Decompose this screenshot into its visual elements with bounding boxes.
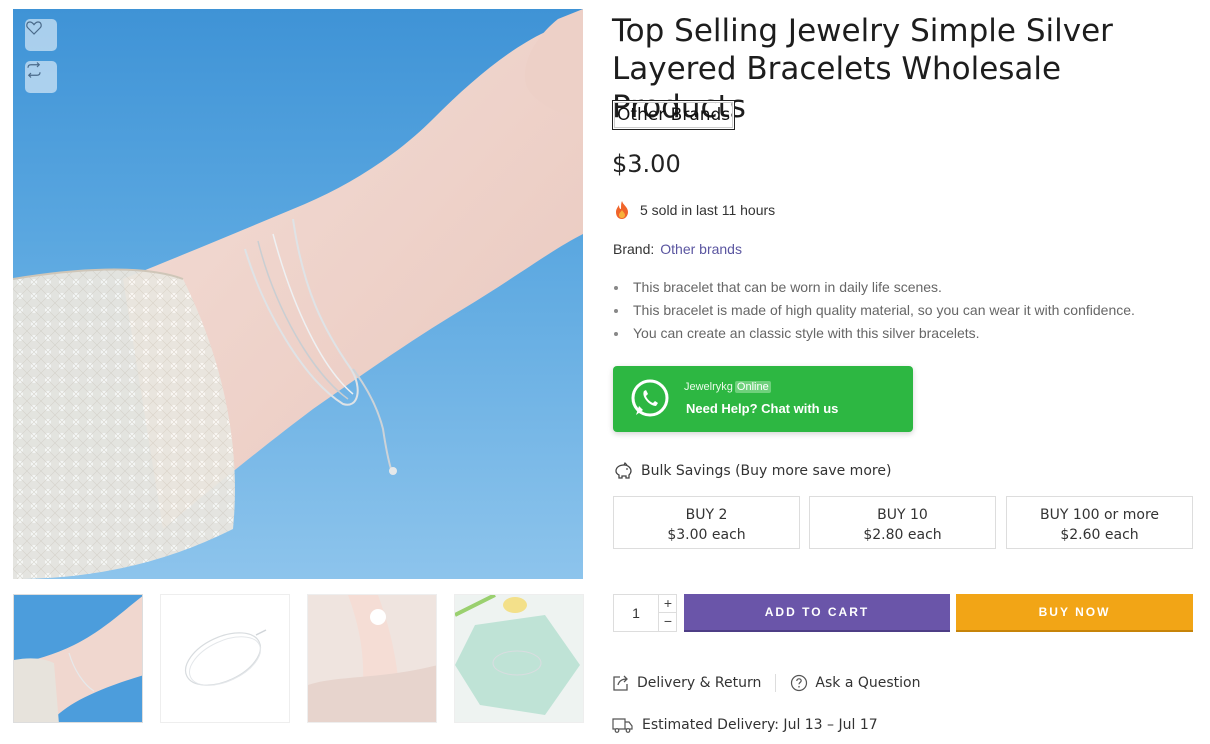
ask-question-link[interactable]: Ask a Question — [790, 674, 920, 692]
tier-price: $3.00 each — [667, 527, 746, 543]
quantity-minus-button[interactable]: − — [658, 613, 677, 631]
thumbnail-3[interactable] — [307, 594, 437, 723]
sold-counter: 5 sold in last 11 hours — [613, 200, 775, 220]
whatsapp-icon — [631, 379, 669, 417]
online-status: Online — [734, 381, 771, 393]
feature-item: This bracelet that can be worn in daily … — [613, 279, 1135, 302]
main-product-image[interactable] — [13, 9, 583, 579]
thumbnail-4[interactable] — [454, 594, 584, 723]
truck-icon — [612, 718, 633, 733]
delivery-return-label: Delivery & Return — [637, 675, 762, 691]
product-links: Delivery & Return Ask a Question — [612, 674, 920, 692]
tier-qty: BUY 2 — [685, 507, 728, 523]
divider — [775, 674, 777, 692]
bulk-tier-10[interactable]: BUY 10 $2.80 each — [809, 496, 996, 549]
ask-question-label: Ask a Question — [815, 675, 921, 691]
delivery-return-link[interactable]: Delivery & Return — [612, 674, 761, 692]
thumbnail-1[interactable] — [13, 594, 143, 723]
whatsapp-agent: Jewelrykg Online — [684, 381, 771, 393]
compare-icon — [27, 62, 41, 78]
bulk-tier-100[interactable]: BUY 100 or more $2.60 each — [1006, 496, 1193, 549]
share-box-icon — [613, 675, 628, 691]
whatsapp-name: Jewelrykg — [684, 381, 733, 393]
whatsapp-cta: Need Help? Chat with us — [686, 401, 839, 416]
sold-text: 5 sold in last 11 hours — [640, 202, 776, 218]
tier-price: $2.60 each — [1060, 527, 1139, 543]
estimated-delivery-text: Estimated Delivery: Jul 13 – Jul 17 — [642, 717, 878, 733]
feature-list: This bracelet that can be worn in daily … — [613, 279, 1135, 348]
buy-now-button[interactable]: BUY NOW — [956, 594, 1193, 632]
compare-button[interactable] — [25, 61, 57, 93]
bracelet-photo — [13, 9, 583, 579]
quantity-stepper: 1 + − — [613, 594, 677, 632]
bulk-savings-heading: Bulk Savings (Buy more save more) — [613, 462, 891, 480]
brand-tag[interactable]: Other Brands — [612, 100, 736, 130]
brand-label: Brand: — [613, 241, 655, 257]
fire-icon — [616, 201, 628, 219]
thumbnail-2[interactable] — [160, 594, 290, 723]
tier-price: $2.80 each — [863, 527, 942, 543]
bulk-tier-2[interactable]: BUY 2 $3.00 each — [613, 496, 800, 549]
whatsapp-chat-button[interactable]: Jewelrykg Online Need Help? Chat with us — [613, 366, 913, 432]
brand-link[interactable]: Other brands — [660, 241, 742, 257]
brand-line: Brand: Other brands — [613, 241, 742, 257]
question-circle-icon — [791, 674, 808, 692]
product-page: Top Selling Jewelry Simple Silver Layere… — [0, 0, 1210, 744]
quantity-input[interactable]: 1 — [614, 595, 658, 631]
heart-icon — [26, 21, 42, 35]
estimated-delivery: Estimated Delivery: Jul 13 – Jul 17 — [612, 716, 878, 734]
quantity-plus-button[interactable]: + — [658, 595, 677, 613]
piggy-bank-icon — [615, 462, 632, 479]
add-to-cart-button[interactable]: ADD TO CART — [684, 594, 950, 632]
wishlist-button[interactable] — [25, 19, 57, 51]
feature-item: You can create an classic style with thi… — [613, 325, 1135, 348]
tier-qty: BUY 100 or more — [1039, 507, 1160, 523]
thumbnail-strip — [13, 594, 585, 724]
tier-qty: BUY 10 — [877, 507, 928, 523]
feature-item: This bracelet is made of high quality ma… — [613, 302, 1135, 325]
product-price: $3.00 — [612, 150, 681, 178]
bulk-heading-text: Bulk Savings (Buy more save more) — [641, 463, 892, 479]
